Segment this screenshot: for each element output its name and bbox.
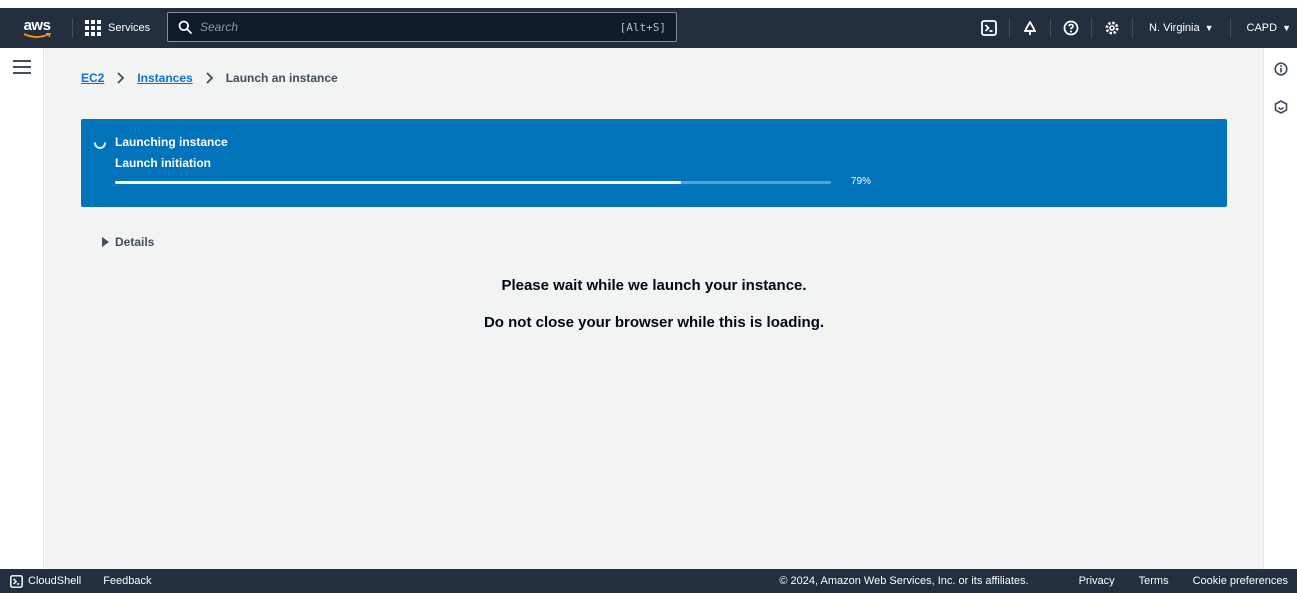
terms-link[interactable]: Terms [1139, 575, 1169, 587]
caret-down-icon: ▼ [1204, 23, 1214, 33]
account-menu[interactable]: CAPD ▼ [1231, 8, 1297, 48]
services-grid-icon [85, 20, 101, 36]
aws-logo[interactable]: aws [16, 13, 58, 43]
breadcrumb-current: Launch an instance [225, 71, 338, 85]
cloudshell-icon [981, 20, 997, 36]
assistant-panel-button[interactable] [1272, 98, 1290, 116]
chevron-right-icon [205, 72, 214, 84]
spinner-icon [94, 142, 106, 149]
help-button[interactable] [1051, 8, 1091, 48]
cloudshell-label: CloudShell [28, 575, 82, 587]
search-shortcut-hint: [Alt+S] [619, 20, 666, 34]
bell-icon [1024, 21, 1037, 35]
breadcrumb-ec2-link[interactable]: EC2 [81, 71, 104, 85]
cookie-preferences-link[interactable]: Cookie preferences [1193, 575, 1288, 587]
details-label: Details [115, 235, 155, 249]
info-icon [1274, 62, 1288, 76]
progress-percent-label: 79% [851, 176, 872, 187]
services-label: Services [108, 22, 151, 34]
top-strip [0, 0, 1297, 8]
caret-right-icon [102, 237, 109, 247]
search-box[interactable]: [Alt+S] [167, 12, 677, 42]
caret-down-icon: ▼ [1282, 23, 1291, 33]
aws-logo-text: aws [23, 16, 51, 34]
wait-message: Please wait while we launch your instanc… [501, 277, 807, 294]
help-icon [1063, 20, 1079, 36]
launch-status-flashbar: Launching instance Launch initiation 79% [81, 119, 1227, 207]
right-side-rail [1263, 48, 1297, 569]
info-panel-button[interactable] [1272, 60, 1290, 78]
cloudshell-icon [10, 574, 23, 588]
cloudshell-button[interactable] [969, 8, 1009, 48]
flash-title: Launching instance [115, 135, 228, 149]
copyright-text: © 2024, Amazon Web Services, Inc. or its… [779, 575, 1029, 587]
search-input[interactable] [200, 20, 620, 34]
progress-bar-fill [115, 181, 681, 184]
nav-right-group: N. Virginia ▼ CAPD ▼ [969, 8, 1297, 48]
breadcrumb-instances-link[interactable]: Instances [137, 71, 192, 85]
details-expander[interactable]: Details [102, 235, 154, 249]
services-button[interactable]: Services [83, 13, 152, 43]
search-icon [178, 20, 192, 34]
aws-smile-icon [23, 32, 51, 38]
feedback-link[interactable]: Feedback [103, 575, 151, 587]
progress-bar [115, 181, 831, 184]
settings-button[interactable] [1092, 8, 1132, 48]
keep-browser-open-message: Do not close your browser while this is … [483, 314, 825, 331]
footer-right-group: © 2024, Amazon Web Services, Inc. or its… [779, 569, 1288, 593]
breadcrumb: EC2 Instances Launch an instance [81, 71, 338, 85]
region-label: N. Virginia [1149, 22, 1200, 34]
menu-icon[interactable] [13, 60, 31, 74]
hexagon-icon [1274, 100, 1288, 114]
footer: CloudShell Feedback © 2024, Amazon Web S… [0, 569, 1297, 593]
account-label: CAPD [1246, 22, 1278, 34]
top-navigation: aws Services [Alt+S] [0, 8, 1297, 48]
notifications-button[interactable] [1010, 8, 1050, 48]
nav-divider [72, 18, 73, 38]
cloudshell-footer-button[interactable]: CloudShell [10, 574, 82, 588]
main-content: EC2 Instances Launch an instance Launchi… [45, 48, 1263, 569]
chevron-right-icon [116, 72, 125, 84]
settings-icon [1105, 21, 1119, 35]
region-selector[interactable]: N. Virginia ▼ [1133, 8, 1229, 48]
flash-subtitle: Launch initiation [115, 156, 211, 170]
privacy-link[interactable]: Privacy [1079, 575, 1115, 587]
left-side-rail [0, 48, 44, 569]
